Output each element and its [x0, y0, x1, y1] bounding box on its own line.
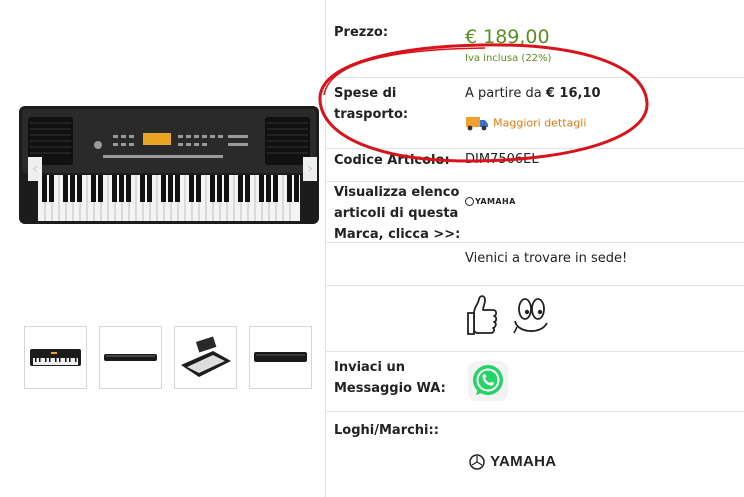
thumbnail-3[interactable] — [174, 326, 237, 389]
thumbs-up-icon — [466, 293, 502, 339]
red-highlight-ellipse — [318, 43, 649, 163]
visit-text: Vienici a trovare in sede! — [465, 251, 628, 266]
whatsapp-label: Inviaci un Messaggio WA: — [334, 360, 446, 396]
gallery-prev-arrow[interactable]: ‹ — [28, 157, 42, 181]
logos-row: Loghi/Marchi:: YAMAHA — [326, 410, 744, 497]
brand-list-row: Visualizza elenco articoli di questa Mar… — [326, 181, 744, 243]
thumbnail-1[interactable] — [24, 326, 87, 389]
thumbnail-2[interactable] — [99, 326, 162, 389]
logos-label: Loghi/Marchi:: — [334, 423, 439, 438]
main-product-image[interactable] — [18, 105, 320, 227]
whatsapp-row: Inviaci un Messaggio WA: — [326, 351, 744, 412]
winking-face-icon — [511, 295, 551, 337]
thumbnail-4[interactable] — [249, 326, 312, 389]
thumbs-emoji-row — [326, 285, 744, 351]
product-gallery: ‹ › — [0, 0, 325, 497]
yamaha-logo-text: YAMAHA — [490, 453, 557, 470]
yamaha-emblem-icon — [469, 453, 485, 470]
yamaha-logo: YAMAHA — [469, 451, 556, 471]
brand-list-label: Visualizza elenco articoli di questa Mar… — [334, 185, 461, 242]
whatsapp-icon[interactable] — [466, 359, 510, 403]
visit-row: Vienici a trovare in sede! — [326, 242, 744, 286]
yamaha-tuningforks-icon — [465, 197, 474, 206]
brand-link[interactable]: YAMAHA — [465, 197, 516, 206]
